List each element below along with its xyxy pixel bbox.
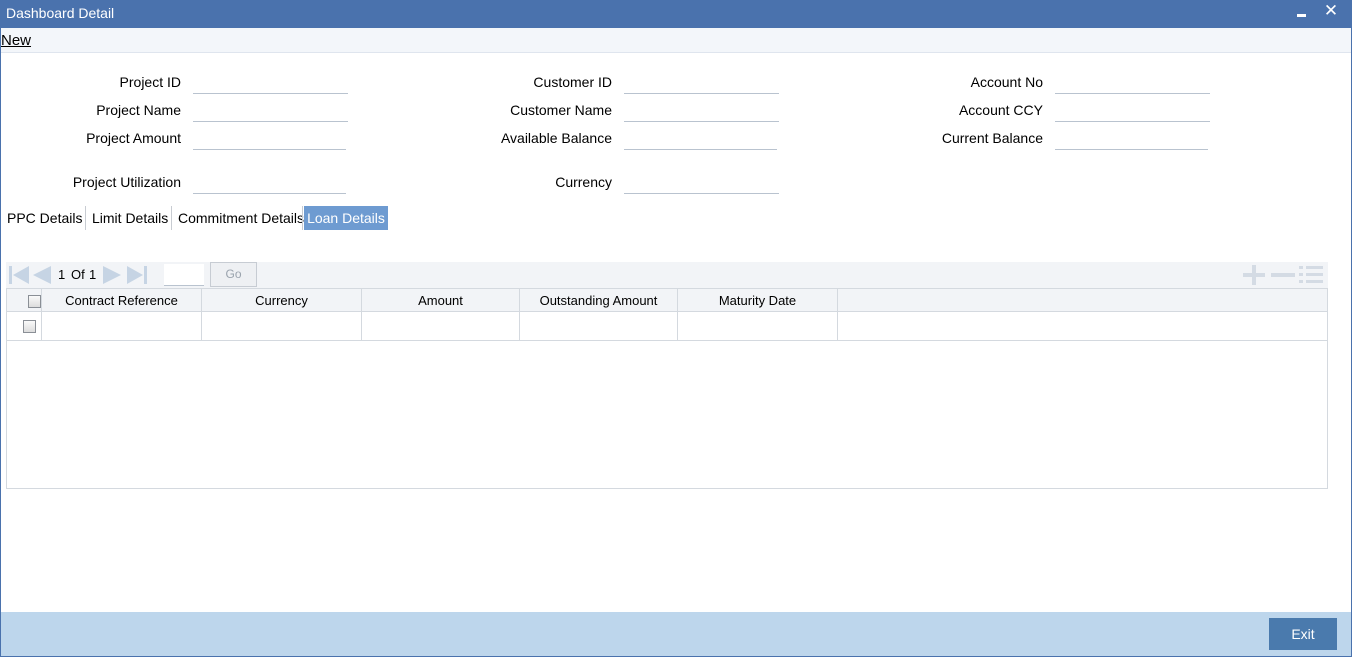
next-page-icon[interactable] [102,265,122,285]
column-header-currency[interactable]: Currency [202,289,362,312]
column-header-outstanding-amount[interactable]: Outstanding Amount [520,289,678,312]
table-row[interactable] [7,312,1327,341]
select-all-checkbox[interactable] [28,295,41,308]
customer-name-label: Customer Name [510,102,612,118]
cell-amount[interactable] [362,312,520,341]
current-balance-label: Current Balance [941,130,1043,146]
delete-row-icon[interactable] [1270,265,1296,285]
project-name-label: Project Name [96,102,181,118]
window-titlebar: Dashboard Detail ✕ [0,0,1352,28]
customer-id-input[interactable] [624,72,779,94]
column-header-contract-reference[interactable]: Contract Reference [42,289,202,312]
project-amount-label: Project Amount [86,130,181,146]
tab-divider [302,206,303,230]
tab-ppc-details[interactable]: PPC Details [7,206,82,230]
available-balance-input[interactable] [624,128,777,150]
tab-divider [85,206,86,230]
header-checkbox-cell [7,289,42,312]
tab-loan-details[interactable]: Loan Details [304,206,388,230]
loan-details-grid: Contract Reference Currency Amount Outst… [6,288,1328,489]
project-id-input[interactable] [193,72,348,94]
project-amount-input[interactable] [193,128,346,150]
column-header-maturity-date[interactable]: Maturity Date [678,289,838,312]
total-pages-number: 1 [89,267,97,282]
cell-maturity-date[interactable] [678,312,838,341]
tab-divider [171,206,172,230]
cell-contract-reference[interactable] [42,312,202,341]
footer-bar: Exit [1,612,1351,656]
project-name-input[interactable] [193,100,348,122]
row-select-checkbox[interactable] [23,320,36,333]
window-title: Dashboard Detail [6,5,115,21]
customer-id-label: Customer ID [533,74,612,90]
grid-pager: 1 Of 1 Go [6,262,1328,288]
available-balance-label: Available Balance [500,130,612,146]
account-ccy-label: Account CCY [958,102,1043,118]
page-number-input[interactable] [164,264,204,286]
account-no-input[interactable] [1055,72,1210,94]
go-button[interactable]: Go [210,262,257,287]
cell-outstanding-amount[interactable] [520,312,678,341]
column-header-amount[interactable]: Amount [362,289,520,312]
close-icon[interactable]: ✕ [1320,2,1342,24]
project-utilization-label: Project Utilization [72,174,181,190]
row-checkbox-cell [7,312,42,341]
tab-limit-details[interactable]: Limit Details [92,206,168,230]
project-utilization-input[interactable] [193,172,346,194]
cell-currency[interactable] [202,312,362,341]
minimize-icon[interactable] [1290,2,1312,24]
project-id-label: Project ID [119,74,181,90]
previous-page-icon[interactable] [32,265,52,285]
current-balance-input[interactable] [1055,128,1208,150]
single-view-icon[interactable] [1298,265,1324,285]
menu-bar: New [1,28,1351,53]
currency-label: Currency [555,174,612,190]
add-row-icon[interactable] [1242,265,1266,285]
last-page-icon[interactable] [126,265,148,285]
account-ccy-input[interactable] [1055,100,1210,122]
new-link[interactable]: New [1,32,31,49]
exit-button[interactable]: Exit [1269,618,1337,650]
account-no-label: Account No [970,74,1043,90]
customer-name-input[interactable] [624,100,779,122]
current-page-number: 1 [58,267,66,282]
currency-input[interactable] [624,172,779,194]
first-page-icon[interactable] [8,265,30,285]
grid-header: Contract Reference Currency Amount Outst… [7,289,1327,312]
tab-commitment-details[interactable]: Commitment Details [178,206,304,230]
page-of-label: Of [71,267,85,282]
